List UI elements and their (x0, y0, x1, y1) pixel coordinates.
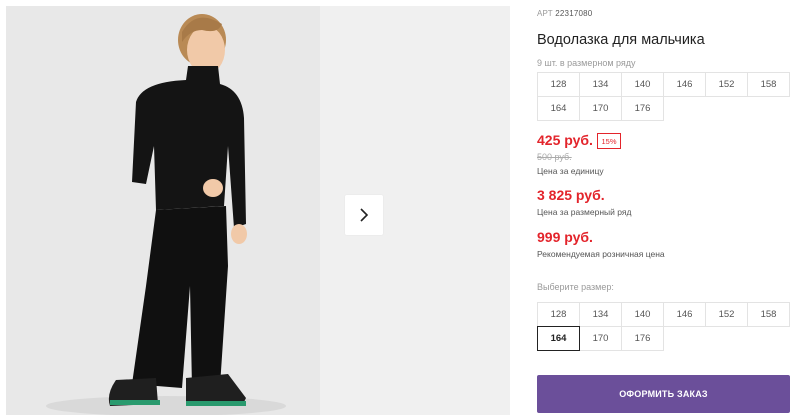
size-row-cell: 176 (621, 96, 664, 121)
boy-in-turtleneck-illustration (6, 6, 320, 415)
size-option[interactable]: 146 (663, 302, 706, 327)
size-row-grid: 128 134 140 146 152 158 164 170 176 (537, 72, 790, 121)
size-option[interactable]: 134 (579, 302, 622, 327)
row-price: 3 825 руб. (537, 187, 605, 203)
size-option[interactable]: 140 (621, 302, 664, 327)
size-row-cell: 146 (663, 72, 706, 97)
size-row-cell: 158 (747, 72, 790, 97)
retail-price: 999 руб. (537, 229, 593, 245)
size-option-selected[interactable]: 164 (537, 326, 580, 351)
size-option[interactable]: 176 (621, 326, 664, 351)
row-price-caption: Цена за размерный ряд (537, 207, 632, 217)
old-price: 500 руб. (537, 152, 572, 162)
retail-price-caption: Рекомендуемая розничная цена (537, 249, 665, 259)
size-option[interactable]: 152 (705, 302, 748, 327)
size-row-cell: 134 (579, 72, 622, 97)
size-row-cell: 140 (621, 72, 664, 97)
product-title: Водолазка для мальчика (537, 32, 705, 48)
unit-price: 425 руб. (537, 132, 593, 148)
size-option[interactable]: 158 (747, 302, 790, 327)
size-row-cell: 170 (579, 96, 622, 121)
size-row-caption: 9 шт. в размерном ряду (537, 58, 636, 68)
chevron-right-icon (360, 208, 369, 222)
next-photo-button[interactable] (345, 195, 383, 235)
size-row-cell: 152 (705, 72, 748, 97)
size-select-caption: Выберите размер: (537, 282, 614, 292)
article-number: АРТ 22317080 (537, 9, 592, 18)
size-option[interactable]: 170 (579, 326, 622, 351)
discount-badge: 15% (597, 133, 621, 149)
place-order-button[interactable]: ОФОРМИТЬ ЗАКАЗ (537, 375, 790, 413)
product-photo (6, 6, 320, 415)
article-prefix: АРТ (537, 9, 553, 18)
unit-price-caption: Цена за единицу (537, 166, 604, 176)
size-row-cell: 164 (537, 96, 580, 121)
size-select-grid: 128 134 140 146 152 158 164 170 176 (537, 302, 790, 351)
size-row-cell: 128 (537, 72, 580, 97)
size-option[interactable]: 128 (537, 302, 580, 327)
article-value: 22317080 (555, 9, 593, 18)
